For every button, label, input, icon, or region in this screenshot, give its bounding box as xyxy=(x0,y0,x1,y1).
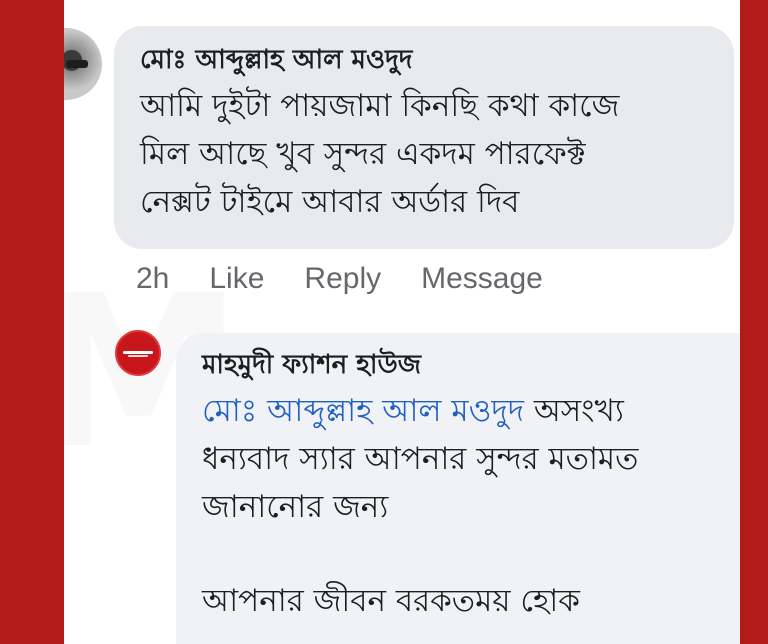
reply-line-rest: অসংখ্য xyxy=(524,393,624,429)
reply-line: আপনার জীবন বরকতময় হোক xyxy=(202,583,580,619)
page-logo-underline xyxy=(128,354,148,357)
reply-line: জানানোর জন্য xyxy=(202,489,389,525)
message-button[interactable]: Message xyxy=(421,262,543,296)
comment-panel: M মোঃ আব্দুল্লাহ আল মওদুদ আমি দুইটা পায়… xyxy=(64,0,740,644)
comment-author-name[interactable]: মোঃ আব্দুল্লাহ আল মওদুদ xyxy=(140,42,716,78)
comment-text: আমি দুইটা পায়জামা কিনছি কথা কাজে মিল আছ… xyxy=(140,82,716,226)
comment-timestamp[interactable]: 2h xyxy=(136,262,169,296)
reply-text: মোঃ আব্দুল্লাহ আল মওদুদ অসংখ্য ধন্যবাদ স… xyxy=(202,387,740,625)
reply-bubble: মাহমুদী ফ্যাশন হাউজ মোঃ আব্দুল্লাহ আল মও… xyxy=(176,333,740,644)
reply-line: ধন্যবাদ স্যার আপনার সুন্দর মতামত xyxy=(202,441,639,477)
comment-bubble: মোঃ আব্দুল্লাহ আল মওদুদ আমি দুইটা পায়জা… xyxy=(114,26,734,249)
comment-actions: 2h Like Reply Message xyxy=(136,262,583,296)
like-button[interactable]: Like xyxy=(209,262,264,296)
reply-author-name[interactable]: মাহমুদী ফ্যাশন হাউজ xyxy=(202,347,740,383)
faint-watermark-text xyxy=(262,549,740,569)
avatar-glasses xyxy=(66,60,88,68)
reply-button[interactable]: Reply xyxy=(304,262,381,296)
commenter-avatar[interactable] xyxy=(64,28,102,100)
page-avatar[interactable] xyxy=(115,330,161,376)
mention-link[interactable]: মোঃ আব্দুল্লাহ আল মওদুদ xyxy=(202,393,524,429)
page-logo-mark xyxy=(123,350,153,354)
comment-line: নেক্সট টাইমে আবার অর্ডার দিব xyxy=(140,184,520,220)
comment-line: আমি দুইটা পায়জামা কিনছি কথা কাজে xyxy=(140,88,620,124)
comment-line: মিল আছে খুব সুন্দর একদম পারফেক্ট xyxy=(140,136,586,172)
reply-line: মোঃ আব্দুল্লাহ আল মওদুদ অসংখ্য xyxy=(202,387,740,435)
